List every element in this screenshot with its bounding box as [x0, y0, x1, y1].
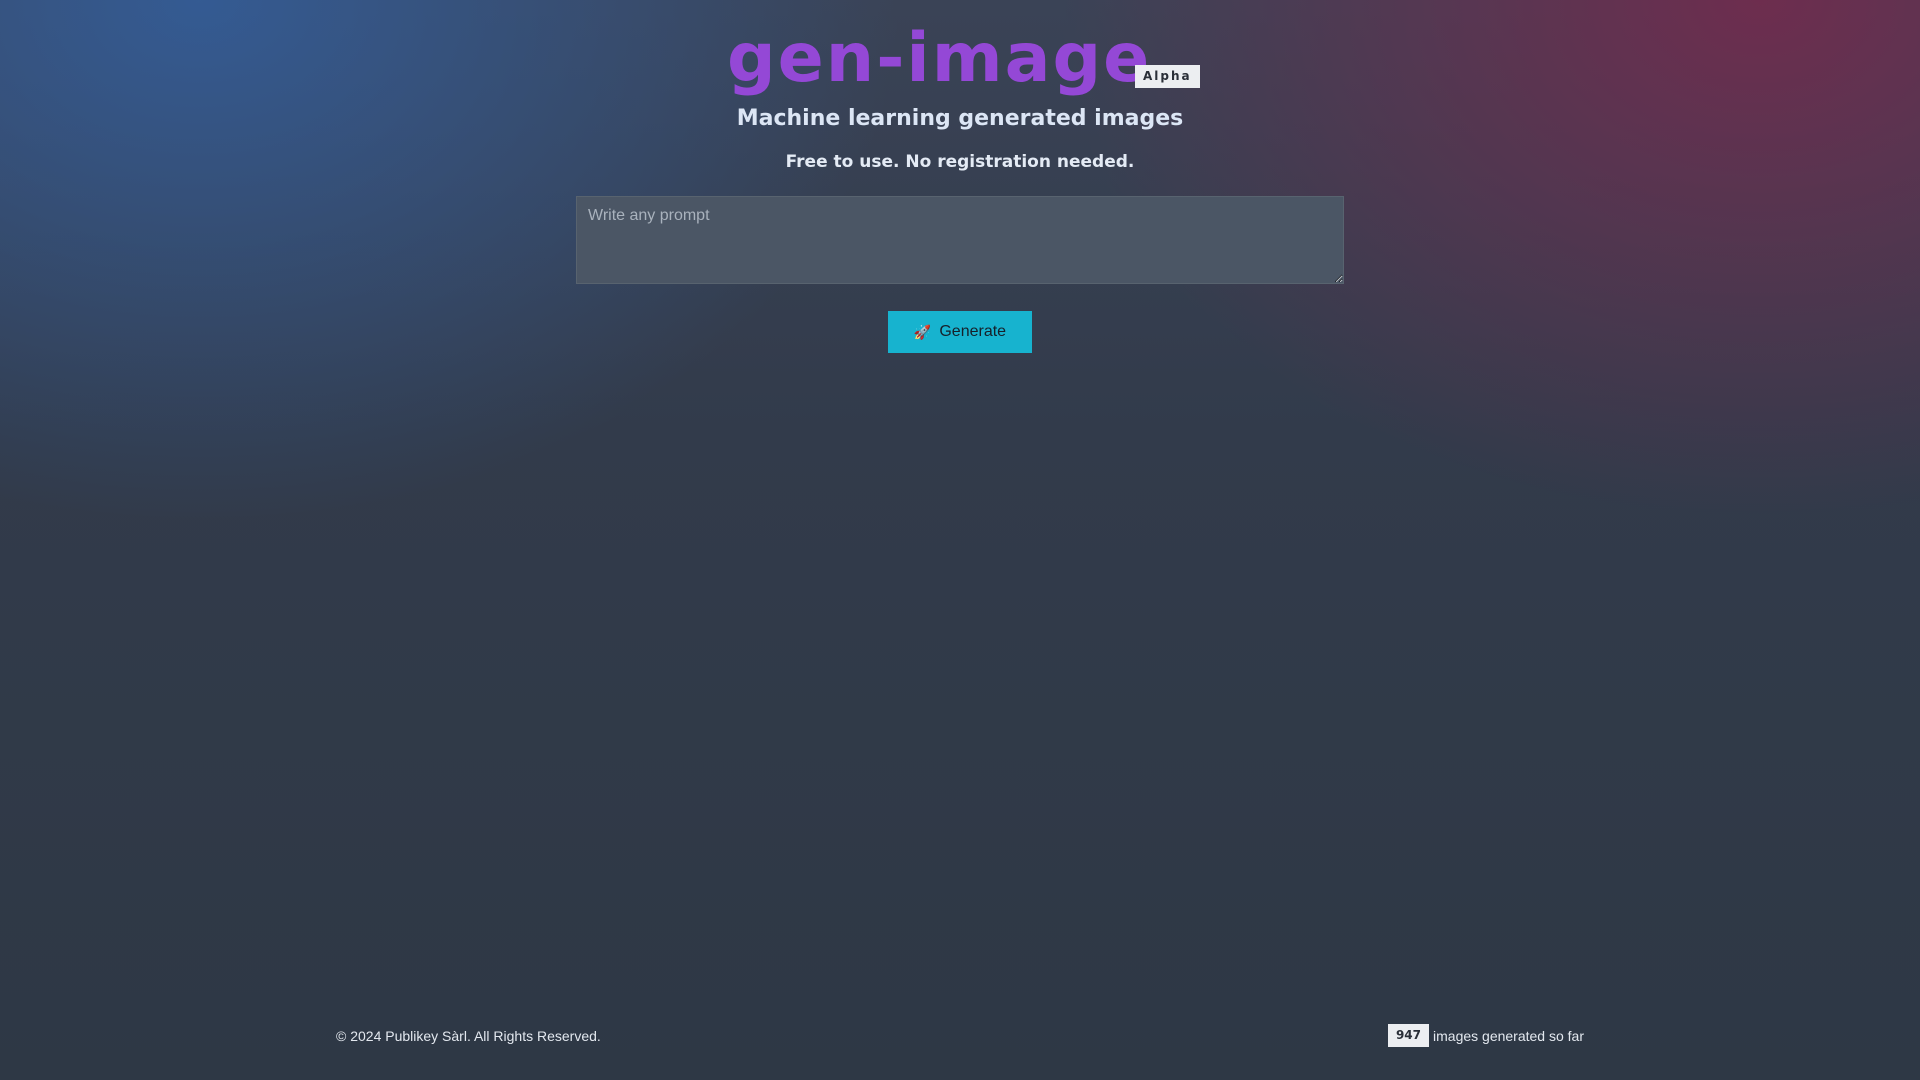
prompt-input[interactable] [576, 196, 1344, 284]
copyright-text: © 2024 Publikey Sàrl. All Rights Reserve… [336, 1028, 601, 1044]
alpha-badge: Alpha [1135, 65, 1200, 88]
images-counter: 947 images generated so far [1387, 1024, 1584, 1047]
generate-button-label: Generate [939, 323, 1007, 340]
page-subtitle: Machine learning generated images [736, 106, 1184, 131]
images-count-label: images generated so far [1433, 1027, 1584, 1044]
generate-button[interactable]: 🚀 Generate [888, 311, 1032, 353]
title-row: gen-image Alpha [0, 14, 1920, 104]
images-count-badge: 947 [1387, 1024, 1430, 1047]
rocket-icon: 🚀 [913, 324, 932, 340]
tagline: Free to use. No registration needed. [785, 152, 1135, 172]
app-title: gen-image [727, 19, 1152, 98]
